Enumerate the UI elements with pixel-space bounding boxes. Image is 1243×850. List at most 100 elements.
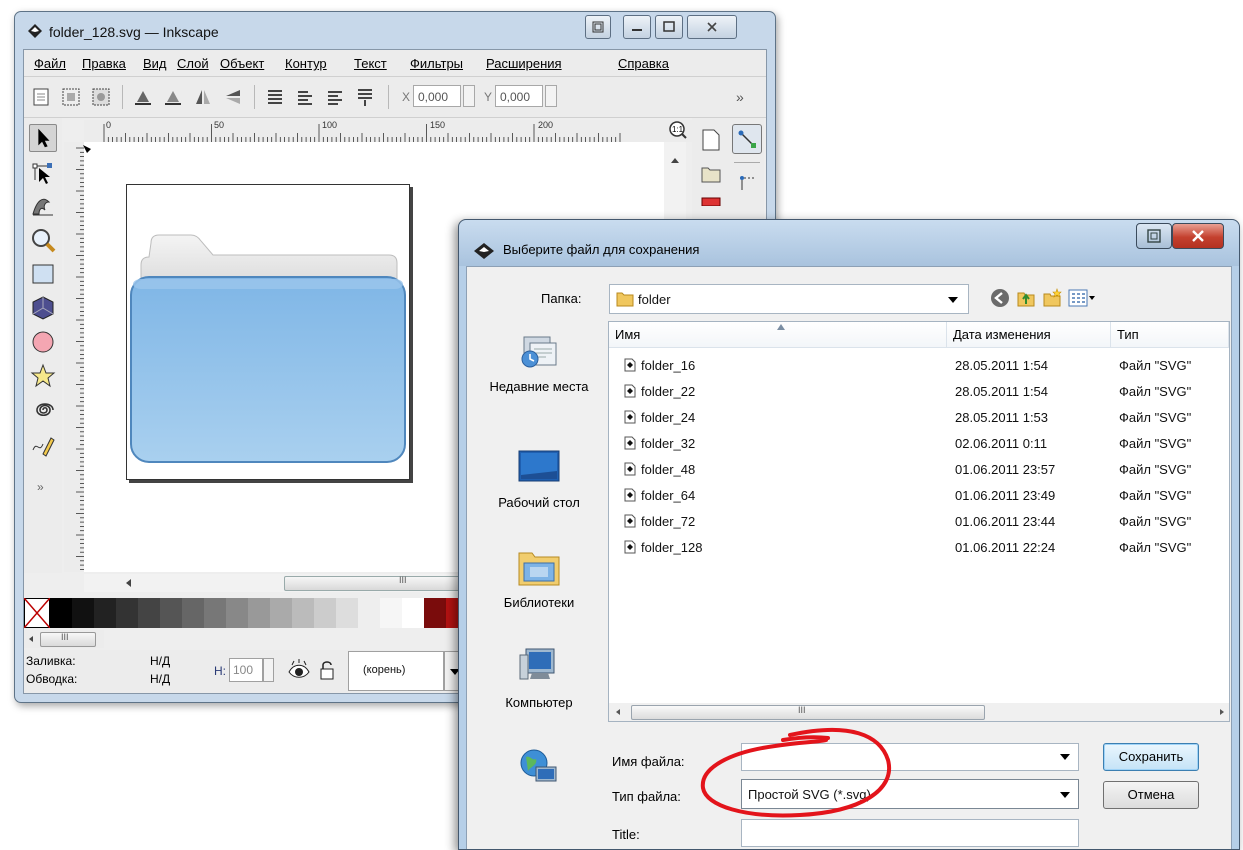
y-coordinate-input[interactable]: 0,000 (495, 85, 543, 107)
lock-icon[interactable] (318, 659, 336, 681)
new-document-icon[interactable] (700, 128, 722, 152)
selector-tool-icon[interactable] (29, 124, 57, 152)
lookin-select[interactable]: folder (609, 284, 969, 314)
palette-swatch[interactable] (138, 598, 160, 628)
title-input[interactable] (741, 819, 1079, 847)
snap-nodes-icon[interactable] (736, 172, 758, 194)
file-row[interactable]: folder_16 28.05.2011 1:54 Файл "SVG" (609, 354, 1229, 378)
3d-box-tool-icon[interactable] (29, 294, 57, 322)
palette-swatch[interactable] (72, 598, 94, 628)
filename-input[interactable] (741, 743, 1079, 771)
menu-path[interactable]: Контур (285, 56, 327, 71)
lower-icon[interactable] (324, 86, 346, 108)
scroll-left-arrow-icon[interactable] (28, 635, 34, 643)
x-spinner[interactable] (463, 85, 475, 107)
place-network[interactable] (477, 745, 601, 791)
rotate-ccw-icon[interactable] (132, 86, 154, 108)
scroll-up-arrow-icon[interactable] (670, 156, 680, 164)
palette-swatch[interactable] (160, 598, 182, 628)
file-row[interactable]: folder_22 28.05.2011 1:54 Файл "SVG" (609, 380, 1229, 404)
zoom-tool-icon[interactable] (29, 226, 57, 254)
no-paint-swatch[interactable] (24, 598, 50, 628)
x-coordinate-input[interactable]: 0,000 (413, 85, 461, 107)
place-desktop[interactable]: Рабочий стол (477, 445, 601, 511)
menu-file[interactable]: Файл (34, 56, 66, 71)
deselect-icon[interactable] (90, 86, 112, 108)
new-folder-icon[interactable] (1041, 287, 1063, 309)
menu-filters[interactable]: Фильтры (410, 56, 463, 71)
palette-swatch[interactable] (182, 598, 204, 628)
column-header-name[interactable]: Имя (609, 322, 947, 348)
menu-object[interactable]: Объект (220, 56, 264, 71)
palette-scrollbar[interactable]: III (24, 630, 104, 648)
restore-icon-button[interactable] (585, 15, 611, 39)
palette-swatch[interactable] (116, 598, 138, 628)
toolbox-overflow-button[interactable]: » (37, 480, 44, 494)
palette-swatch[interactable] (50, 598, 72, 628)
place-recent[interactable]: Недавние места (477, 329, 601, 395)
filetype-select[interactable]: Простой SVG (*.svg) (741, 779, 1079, 809)
select-all-layers-icon[interactable] (60, 86, 82, 108)
close-button[interactable] (687, 15, 737, 39)
inkscape-titlebar[interactable]: folder_128.svg — Inkscape (15, 12, 775, 50)
open-folder-icon[interactable] (700, 164, 722, 184)
file-row[interactable]: folder_32 02.06.2011 0:11 Файл "SVG" (609, 432, 1229, 456)
raise-icon[interactable] (294, 86, 316, 108)
minimize-button[interactable] (623, 15, 651, 39)
flip-vertical-icon[interactable] (222, 86, 244, 108)
ellipse-tool-icon[interactable] (29, 328, 57, 356)
opacity-input[interactable]: 100 (229, 658, 263, 682)
file-list-scroll-thumb[interactable]: III (631, 705, 985, 720)
snap-toggle-button[interactable] (732, 124, 762, 154)
y-spinner[interactable] (545, 85, 557, 107)
cancel-button[interactable]: Отмена (1103, 781, 1199, 809)
menu-extensions[interactable]: Расширения (486, 56, 562, 71)
chevron-down-icon[interactable] (1060, 754, 1070, 760)
file-row[interactable]: folder_24 28.05.2011 1:53 Файл "SVG" (609, 406, 1229, 430)
save-icon[interactable] (700, 196, 722, 206)
file-row[interactable]: folder_128 01.06.2011 22:24 Файл "SVG" (609, 536, 1229, 560)
fill-value[interactable]: Н/Д (150, 654, 170, 668)
palette-swatch[interactable] (204, 598, 226, 628)
menu-help[interactable]: Справка (618, 56, 669, 71)
palette-swatch[interactable] (226, 598, 248, 628)
palette-swatch[interactable] (336, 598, 358, 628)
dialog-titlebar[interactable]: Выберите файл для сохранения (459, 220, 1239, 266)
column-header-date[interactable]: Дата изменения (947, 322, 1111, 348)
toolbar-overflow-button[interactable]: » (736, 89, 744, 105)
menu-edit[interactable]: Правка (82, 56, 126, 71)
eye-visibility-icon[interactable] (286, 659, 312, 681)
palette-swatch[interactable] (402, 598, 424, 628)
rotate-cw-icon[interactable] (162, 86, 184, 108)
place-computer[interactable]: Компьютер (477, 645, 601, 711)
up-folder-icon[interactable] (1015, 287, 1037, 309)
file-list-horizontal-scrollbar[interactable]: III (608, 703, 1230, 722)
scroll-left-arrow-icon[interactable] (615, 708, 621, 716)
file-row[interactable]: folder_72 01.06.2011 23:44 Файл "SVG" (609, 510, 1229, 534)
tweak-tool-icon[interactable] (29, 192, 57, 220)
lower-to-bottom-icon[interactable] (354, 86, 376, 108)
palette-swatch[interactable] (248, 598, 270, 628)
column-header-type[interactable]: Тип (1111, 322, 1229, 348)
scroll-left-arrow-icon[interactable] (124, 578, 132, 588)
rectangle-tool-icon[interactable] (29, 260, 57, 288)
scroll-right-arrow-icon[interactable] (1219, 708, 1225, 716)
palette-swatch[interactable] (424, 598, 446, 628)
place-libraries[interactable]: Библиотеки (477, 545, 601, 611)
layer-select[interactable]: (корень) (348, 651, 444, 691)
palette-swatch[interactable] (94, 598, 116, 628)
opacity-spinner[interactable] (263, 658, 274, 682)
spiral-tool-icon[interactable] (29, 396, 57, 424)
star-tool-icon[interactable] (29, 362, 57, 390)
select-all-icon[interactable] (30, 86, 52, 108)
palette-swatch[interactable] (358, 598, 380, 628)
flip-horizontal-icon[interactable] (192, 86, 214, 108)
node-tool-icon[interactable] (29, 158, 57, 186)
menu-text[interactable]: Текст (354, 56, 387, 71)
zoom-1-1-icon[interactable]: 1:1 (668, 120, 688, 140)
restore-button[interactable] (1136, 223, 1172, 249)
view-menu-icon[interactable] (1067, 287, 1097, 309)
save-button[interactable]: Сохранить (1103, 743, 1199, 771)
menu-layer[interactable]: Слой (177, 56, 209, 71)
stroke-value[interactable]: Н/Д (150, 672, 170, 686)
